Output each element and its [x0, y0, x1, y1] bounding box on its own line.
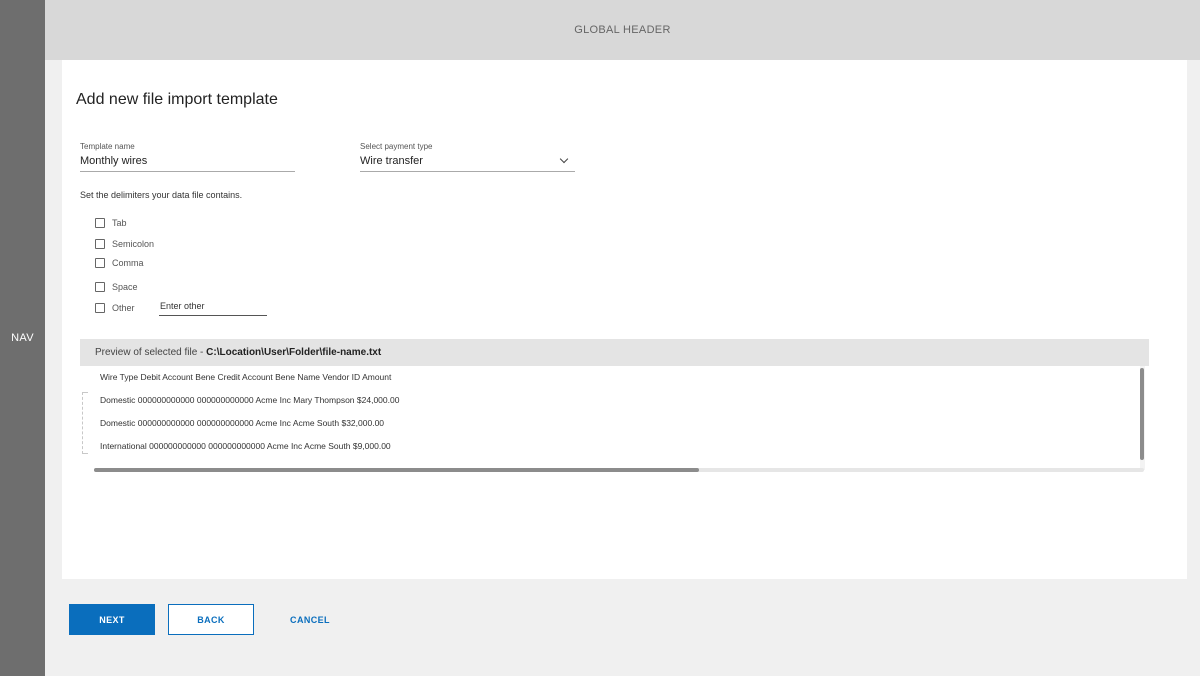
preview-header: Preview of selected file - C:\Location\U… [80, 339, 1149, 366]
delimiter-label: Comma [112, 258, 144, 268]
other-delimiter-placeholder[interactable]: Enter other [159, 301, 267, 315]
nav-label: NAV [11, 332, 34, 344]
delimiter-label: Space [112, 282, 138, 292]
preview-content: Wire Type Debit Account Bene Credit Acco… [80, 366, 1149, 474]
checkbox-unchecked-icon[interactable] [95, 303, 105, 313]
delimiter-label: Other [112, 303, 135, 313]
checkbox-unchecked-icon[interactable] [95, 218, 105, 228]
header-title: GLOBAL HEADER [574, 24, 671, 36]
preview-title: Preview of selected file - [95, 347, 207, 358]
left-nav: NAV [0, 0, 45, 676]
page-title: Add new file import template [76, 91, 278, 108]
payment-type-select[interactable]: Select payment type Wire transfer [360, 142, 575, 172]
global-header: GLOBAL HEADER [45, 0, 1200, 60]
other-delimiter-input[interactable]: Enter other [159, 301, 267, 316]
checkbox-unchecked-icon[interactable] [95, 282, 105, 292]
preview-row: Domestic 000000000000 000000000000 Acme … [100, 418, 385, 428]
preview-row: International 000000000000 000000000000 … [100, 441, 391, 451]
checkbox-unchecked-icon[interactable] [95, 258, 105, 268]
row-bracket [82, 392, 88, 454]
next-button[interactable]: NEXT [69, 604, 155, 635]
template-name-label: Template name [80, 142, 135, 151]
template-name-input[interactable]: Monthly wires [80, 155, 295, 171]
preview-row: Domestic 000000000000 000000000000 Acme … [100, 395, 400, 405]
cancel-button[interactable]: CANCEL [270, 604, 350, 635]
payment-type-label: Select payment type [360, 142, 433, 151]
delimiter-label: Semicolon [112, 239, 155, 249]
vertical-scrollbar-thumb[interactable] [1140, 368, 1144, 460]
delimiter-option-semicolon[interactable]: Semicolon [95, 239, 154, 249]
back-button[interactable]: BACK [168, 604, 254, 635]
delimiter-option-comma[interactable]: Comma [95, 258, 144, 268]
template-name-field[interactable]: Template name Monthly wires [80, 142, 295, 172]
delimiter-option-space[interactable]: Space [95, 282, 138, 292]
template-name-underline [80, 171, 295, 172]
horizontal-scrollbar-thumb[interactable] [94, 468, 699, 472]
delimiter-option-other[interactable]: Other [95, 303, 135, 313]
other-delimiter-underline [159, 315, 267, 316]
payment-type-underline [360, 171, 575, 172]
preview-header-row: Wire Type Debit Account Bene Credit Acco… [100, 372, 392, 382]
delimiter-instructions: Set the delimiters your data file contai… [80, 190, 243, 200]
main-card: Add new file import template Template na… [62, 60, 1187, 579]
payment-type-value[interactable]: Wire transfer [360, 155, 575, 171]
preview-file-path: C:\Location\User\Folder\file-name.txt [206, 347, 382, 358]
delimiter-label: Tab [112, 218, 127, 228]
checkbox-unchecked-icon[interactable] [95, 239, 105, 249]
delimiter-option-tab[interactable]: Tab [95, 218, 127, 228]
